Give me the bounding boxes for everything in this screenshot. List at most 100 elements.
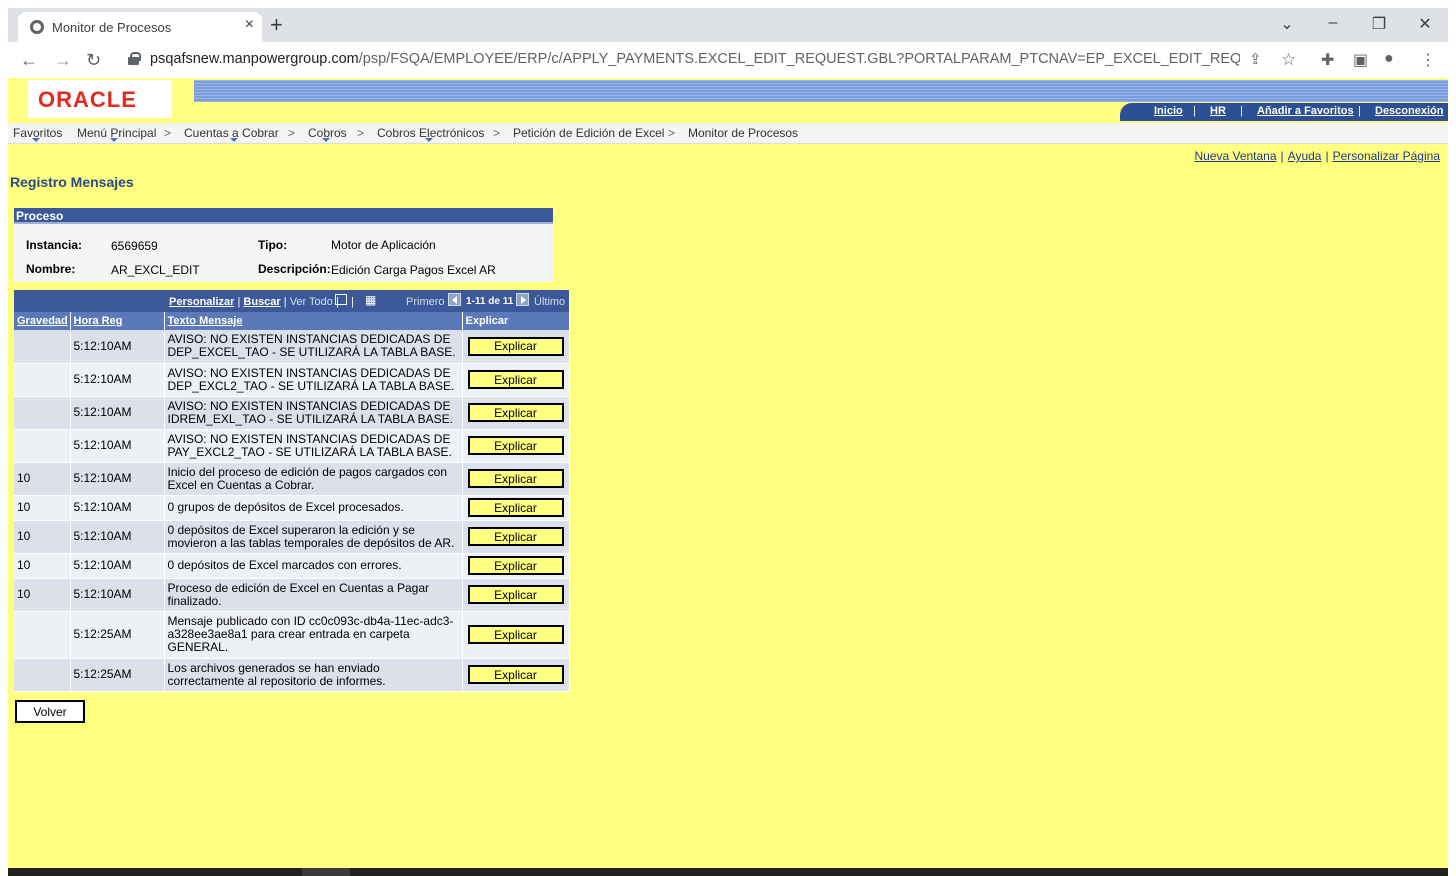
col-texto-mensaje[interactable]: Texto Mensaje	[164, 312, 463, 330]
table-row: 5:12:25AM Mensaje publicado con ID cc0c0…	[14, 611, 570, 659]
nombre-label: Nombre:	[26, 262, 76, 276]
explicar-button[interactable]: Explicar	[467, 498, 564, 517]
forward-icon[interactable]: →	[54, 50, 72, 71]
explicar-button[interactable]: Explicar	[467, 665, 564, 684]
cell-hora: 5:12:10AM	[70, 520, 165, 554]
side-panel-icon[interactable]: ▣	[1353, 50, 1368, 70]
nav-monitor-procesos: Monitor de Procesos	[688, 126, 799, 140]
globe-icon	[30, 20, 44, 34]
explicar-button[interactable]: Explicar	[467, 556, 564, 575]
link-add-favorites[interactable]: Añadir a Favoritos	[1257, 105, 1354, 117]
restore-icon[interactable]: ❐	[1364, 14, 1394, 34]
link-personalizar-pagina[interactable]: Personalizar Página	[1333, 149, 1440, 163]
table-row: 10 5:12:10AM 0 depósitos de Excel marcad…	[14, 553, 570, 579]
col-gravedad[interactable]: Gravedad	[14, 312, 71, 330]
portal-header: ORACLE Inicio | HR | Añadir a Favoritos …	[8, 78, 1448, 123]
url-path: /psp/FSQA/EMPLOYEE/ERP/c/APPLY_PAYMENTS.…	[358, 51, 1240, 67]
bookmark-star-icon[interactable]: ☆	[1281, 50, 1296, 70]
table-row: 10 5:12:10AM 0 depósitos de Excel supera…	[14, 520, 570, 554]
cell-texto: Los archivos generados se han enviado co…	[164, 658, 463, 692]
table-row: 5:12:10AM AVISO: NO EXISTEN INSTANCIAS D…	[14, 330, 570, 364]
link-logout[interactable]: Desconexión	[1375, 105, 1443, 117]
cell-texto: AVISO: NO EXISTEN INSTANCIAS DEDICADAS D…	[164, 396, 463, 430]
volver-button[interactable]: Volver	[15, 700, 85, 723]
grid-ultimo: Último	[534, 296, 566, 308]
messages-grid: Personalizar | Buscar | Ver Todo | | ▦ P…	[14, 290, 570, 692]
link-ayuda[interactable]: Ayuda	[1288, 149, 1322, 163]
profile-icon[interactable]: ●	[1384, 50, 1394, 68]
browser-tab[interactable]: Monitor de Procesos ×	[18, 12, 262, 42]
browser-toolbar: ← → ↻ psqafsnew.manpowergroup.com/psp/FS…	[8, 42, 1448, 78]
nav-arrow-icon: >	[288, 126, 296, 140]
nav-arrow-icon: >	[357, 126, 365, 140]
extensions-icon[interactable]: ✚	[1321, 50, 1334, 70]
explicar-button[interactable]: Explicar	[467, 403, 564, 422]
grid-personalizar-link[interactable]: Personalizar	[169, 296, 234, 308]
explicar-button[interactable]: Explicar	[467, 370, 564, 389]
minimize-icon[interactable]: –	[1318, 14, 1348, 32]
explicar-button[interactable]: Explicar	[467, 585, 564, 604]
table-row: 10 5:12:10AM Inicio del proceso de edici…	[14, 462, 570, 496]
link-nueva-ventana[interactable]: Nueva Ventana	[1194, 149, 1276, 163]
col-hora-reg[interactable]: Hora Reg	[70, 312, 165, 330]
tab-close-icon[interactable]: ×	[245, 16, 254, 34]
nav-arrow-icon: >	[668, 126, 676, 140]
zoom-grid-icon[interactable]	[335, 294, 347, 305]
col-gravedad-link[interactable]: Gravedad	[17, 315, 68, 327]
table-row: 10 5:12:10AM Proceso de edición de Excel…	[14, 578, 570, 612]
cell-hora: 5:12:10AM	[70, 578, 165, 612]
cell-gravedad: 10	[14, 495, 71, 521]
chevron-down-icon	[322, 138, 330, 142]
chevron-down-icon	[230, 138, 238, 142]
chevron-down-icon	[110, 138, 118, 142]
close-window-icon[interactable]: ✕	[1410, 14, 1440, 34]
grid-buscar-link[interactable]: Buscar	[243, 296, 280, 308]
explicar-button[interactable]: Explicar	[467, 336, 564, 356]
link-inicio[interactable]: Inicio	[1154, 105, 1183, 117]
explicar-button[interactable]: Explicar	[467, 436, 564, 455]
tipo-value: Motor de Aplicación	[331, 238, 436, 252]
new-tab-button[interactable]: +	[270, 12, 283, 38]
cell-hora: 5:12:10AM	[70, 429, 165, 463]
grid-ver-todo: Ver Todo	[289, 296, 333, 308]
cell-gravedad	[14, 396, 71, 430]
cell-texto: 0 depósitos de Excel marcados con errore…	[164, 553, 463, 579]
cell-hora: 5:12:10AM	[70, 553, 165, 579]
cell-texto: AVISO: NO EXISTEN INSTANCIAS DEDICADAS D…	[164, 330, 463, 364]
nav-peticion-edicion[interactable]: Petición de Edición de Excel	[513, 126, 664, 140]
explicar-button[interactable]: Explicar	[467, 625, 564, 644]
address-bar[interactable]: psqafsnew.manpowergroup.com/psp/FSQA/EMP…	[150, 51, 1240, 67]
messages-table: Gravedad Hora Reg Texto Mensaje Explicar…	[14, 312, 570, 692]
cell-gravedad	[14, 658, 71, 692]
prev-page-icon[interactable]	[448, 293, 461, 306]
explicar-button[interactable]: Explicar	[467, 469, 564, 488]
cell-texto: Inicio del proceso de edición de pagos c…	[164, 462, 463, 496]
instancia-label: Instancia:	[26, 238, 83, 252]
taskbar-active-app[interactable]	[302, 868, 350, 876]
explicar-button[interactable]: Explicar	[467, 527, 564, 546]
tab-title: Monitor de Procesos	[52, 20, 172, 35]
table-row: 5:12:10AM AVISO: NO EXISTEN INSTANCIAS D…	[14, 396, 570, 430]
tab-search-icon[interactable]: ⌄	[1272, 14, 1302, 34]
col-texto-mensaje-link[interactable]: Texto Mensaje	[168, 315, 243, 327]
table-row: 5:12:10AM AVISO: NO EXISTEN INSTANCIAS D…	[14, 429, 570, 463]
cell-hora: 5:12:10AM	[70, 396, 165, 430]
descripcion-label: Descripción:	[258, 262, 331, 276]
cell-texto: Proceso de edición de Excel en Cuentas a…	[164, 578, 463, 612]
nav-arrow-icon: >	[164, 126, 172, 140]
cell-texto: AVISO: NO EXISTEN INSTANCIAS DEDICADAS D…	[164, 429, 463, 463]
col-hora-reg-link[interactable]: Hora Reg	[74, 315, 123, 327]
share-icon[interactable]: ⇪	[1249, 50, 1262, 68]
reload-icon[interactable]: ↻	[86, 50, 101, 71]
next-page-icon[interactable]	[516, 293, 529, 306]
download-grid-icon[interactable]: ▦	[365, 293, 376, 307]
instancia-value: 6569659	[111, 239, 158, 253]
page-content: ORACLE Inicio | HR | Añadir a Favoritos …	[8, 78, 1448, 868]
menu-kebab-icon[interactable]: ⋮	[1420, 50, 1436, 70]
link-hr[interactable]: HR	[1210, 105, 1226, 117]
back-icon[interactable]: ←	[20, 50, 38, 71]
nombre-value: AR_EXCL_EDIT	[111, 263, 200, 277]
cell-texto: 0 depósitos de Excel superaron la edició…	[164, 520, 463, 554]
proceso-header: Proceso	[14, 208, 553, 224]
lock-icon[interactable]	[128, 52, 141, 65]
